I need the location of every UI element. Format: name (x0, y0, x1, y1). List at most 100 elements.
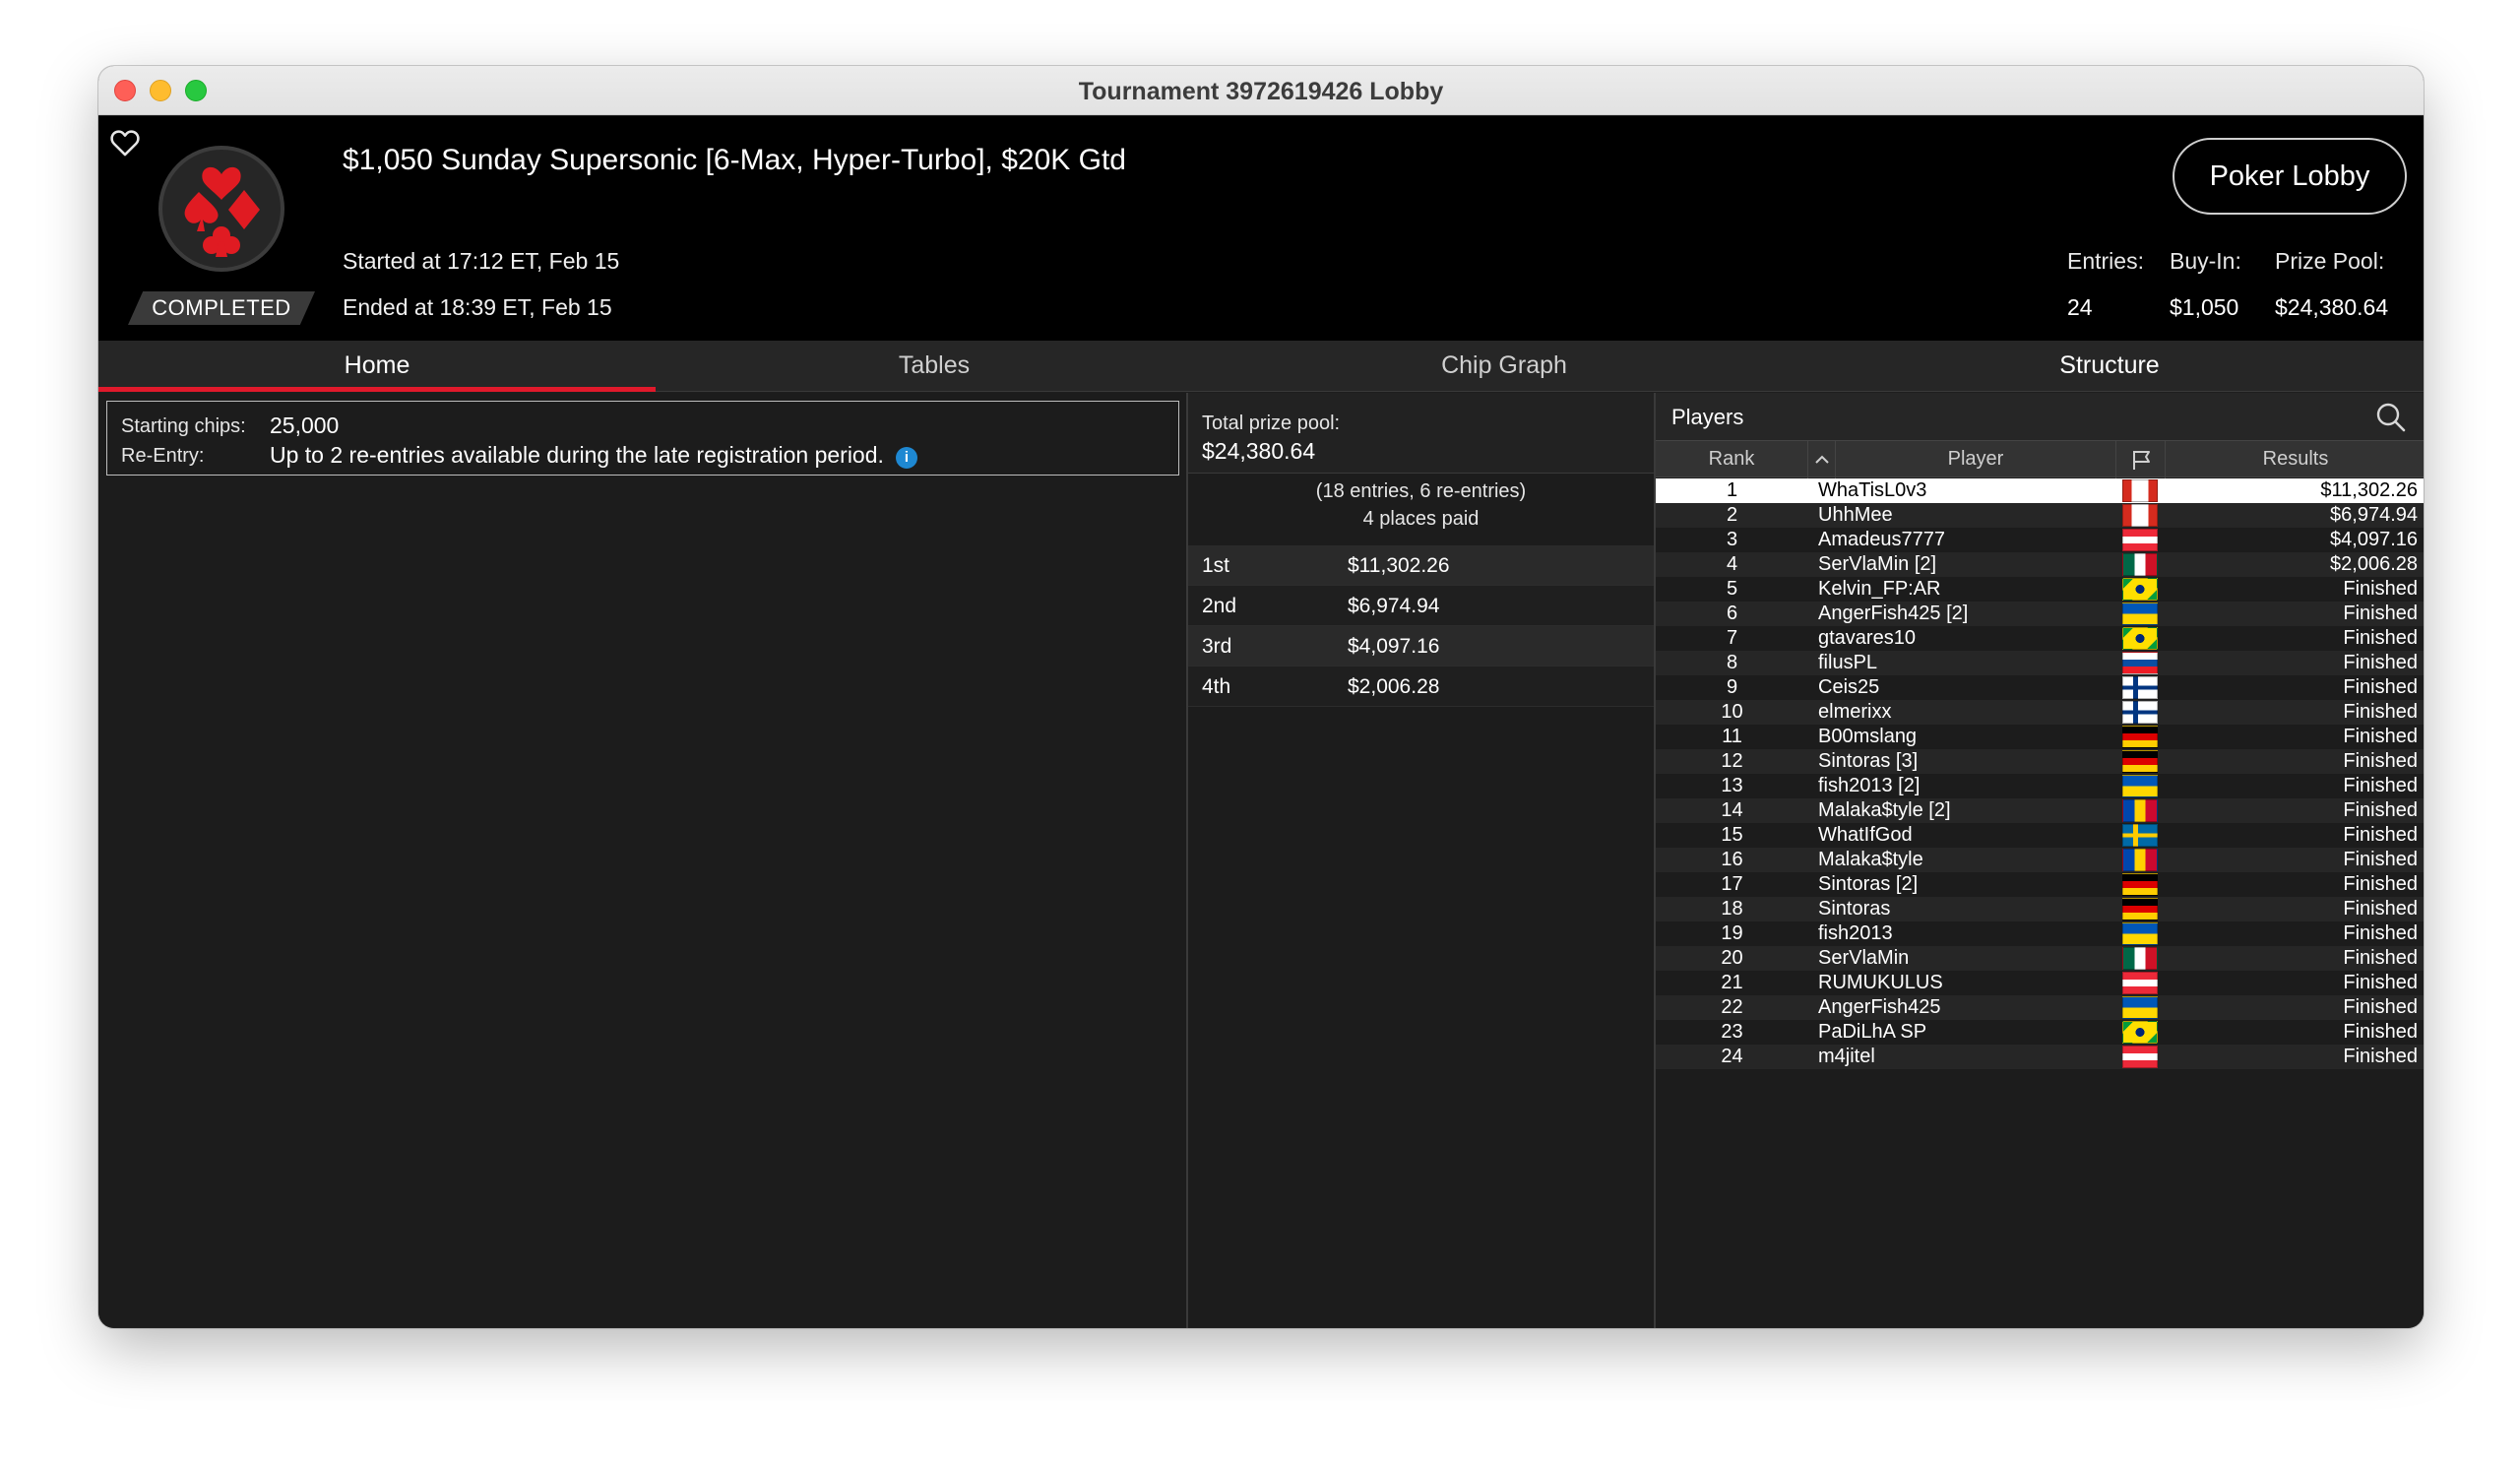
home-info-pane: Starting chips: 25,000 Re-Entry: Up to 2… (98, 393, 1186, 1328)
player-result: Finished (2343, 996, 2418, 1018)
player-row[interactable]: 5 Kelvin_FP:AR Finished (1656, 577, 2424, 602)
player-row[interactable]: 12 Sintoras [3] Finished (1656, 749, 2424, 774)
country-flag-icon (2122, 824, 2158, 847)
info-icon[interactable]: i (895, 447, 917, 469)
payout-amount: $11,302.26 (1348, 554, 1450, 577)
rank-column-header[interactable]: Rank (1656, 441, 1808, 478)
player-row[interactable]: 21 RUMUKULUS Finished (1656, 971, 2424, 995)
player-name: gtavares10 (1818, 627, 1916, 649)
player-result: Finished (2343, 603, 2418, 624)
player-row[interactable]: 1 WhaTisL0v3 $11,302.26 (1656, 478, 2424, 503)
player-rank: 10 (1721, 701, 1743, 723)
prize-pool-header: Total prize pool: $24,380.64 (1188, 393, 1654, 474)
player-rank: 2 (1726, 504, 1738, 526)
player-row[interactable]: 13 fish2013 [2] Finished (1656, 774, 2424, 798)
player-result: Finished (2343, 947, 2418, 969)
player-row[interactable]: 9 Ceis25 Finished (1656, 675, 2424, 700)
player-name: filusPL (1818, 652, 1878, 673)
player-name: Ceis25 (1818, 676, 1880, 698)
payout-amount: $6,974.94 (1348, 595, 1440, 617)
total-prize-label: Total prize pool: (1202, 413, 1341, 434)
tab-structure[interactable]: Structure (1796, 341, 2424, 392)
player-row[interactable]: 15 WhatIfGod Finished (1656, 823, 2424, 848)
player-rank: 9 (1726, 676, 1738, 698)
player-result: Finished (2343, 849, 2418, 870)
payout-row: 4th $2,006.28 (1188, 667, 1654, 707)
country-flag-icon (2122, 603, 2158, 625)
starting-chips-value: 25,000 (270, 413, 340, 438)
player-rank: 8 (1726, 652, 1738, 673)
player-row[interactable]: 19 fish2013 Finished (1656, 921, 2424, 946)
player-name: Sintoras [3] (1818, 750, 1919, 772)
sort-ascending-icon[interactable] (1808, 441, 1836, 478)
tab-tables-label: Tables (898, 351, 971, 379)
country-flag-icon (2122, 504, 2158, 527)
payout-place: 4th (1202, 675, 1231, 698)
player-result: $6,974.94 (2330, 504, 2418, 526)
player-row[interactable]: 11 B00mslang Finished (1656, 725, 2424, 749)
player-column-header[interactable]: Player (1836, 441, 2116, 478)
poker-lobby-button[interactable]: Poker Lobby (2173, 138, 2407, 215)
buyin-value: $1,050 (2170, 294, 2239, 320)
tab-home-label: Home (344, 351, 410, 379)
player-row[interactable]: 20 SerVlaMin Finished (1656, 946, 2424, 971)
payout-place: 1st (1202, 554, 1230, 577)
flag-column-header[interactable] (2116, 441, 2166, 478)
player-row[interactable]: 14 Malaka$tyle [2] Finished (1656, 798, 2424, 823)
country-flag-icon (2122, 652, 2158, 674)
players-header: Players (1656, 393, 2424, 440)
player-row[interactable]: 6 AngerFish425 [2] Finished (1656, 602, 2424, 626)
player-name: AngerFish425 [2] (1818, 603, 1969, 624)
player-rank: 17 (1721, 873, 1743, 895)
player-row[interactable]: 18 Sintoras Finished (1656, 897, 2424, 921)
player-row[interactable]: 8 filusPL Finished (1656, 651, 2424, 675)
results-column-header[interactable]: Results (2166, 441, 2424, 478)
heart-outline-icon[interactable] (108, 126, 142, 159)
player-name: Sintoras [2] (1818, 873, 1919, 895)
tab-chip-graph[interactable]: Chip Graph (1213, 341, 1796, 392)
payout-amount: $2,006.28 (1348, 675, 1440, 698)
country-flag-icon (2122, 479, 2158, 502)
payout-place: 2nd (1202, 595, 1237, 617)
player-rank: 14 (1721, 799, 1743, 821)
player-name: SerVlaMin (1818, 947, 1910, 969)
player-rank: 13 (1721, 775, 1743, 796)
player-rank: 18 (1721, 898, 1743, 920)
country-flag-icon (2122, 701, 2158, 724)
tab-tables[interactable]: Tables (656, 341, 1213, 392)
country-flag-icon (2122, 1046, 2158, 1068)
country-flag-icon (2122, 750, 2158, 773)
player-row[interactable]: 2 UhhMee $6,974.94 (1656, 503, 2424, 528)
player-row[interactable]: 3 Amadeus7777 $4,097.16 (1656, 528, 2424, 552)
player-rank: 4 (1726, 553, 1738, 575)
player-row[interactable]: 24 m4jitel Finished (1656, 1045, 2424, 1069)
tournament-lobby-window: Tournament 3972619426 Lobby COMPLETED $1… (98, 66, 2424, 1328)
prize-pool-pane: Total prize pool: $24,380.64 (18 entries… (1186, 393, 1654, 1328)
starting-chips-label: Starting chips: (121, 415, 246, 437)
player-result: Finished (2343, 726, 2418, 747)
player-row[interactable]: 22 AngerFish425 Finished (1656, 995, 2424, 1020)
country-flag-icon (2122, 627, 2158, 650)
title-bar[interactable]: Tournament 3972619426 Lobby (98, 66, 2424, 115)
player-result: Finished (2343, 824, 2418, 846)
player-name: SerVlaMin [2] (1818, 553, 1937, 575)
search-icon[interactable] (2374, 401, 2408, 434)
player-rank: 21 (1721, 972, 1743, 993)
tab-home[interactable]: Home (98, 341, 656, 392)
player-row[interactable]: 7 gtavares10 Finished (1656, 626, 2424, 651)
player-name: Amadeus7777 (1818, 529, 1945, 550)
player-row[interactable]: 17 Sintoras [2] Finished (1656, 872, 2424, 897)
started-time: Started at 17:12 ET, Feb 15 (343, 248, 620, 274)
player-result: Finished (2343, 1046, 2418, 1067)
player-row[interactable]: 16 Malaka$tyle Finished (1656, 848, 2424, 872)
player-row[interactable]: 23 PaDiLhA SP Finished (1656, 1020, 2424, 1045)
reentry-label: Re-Entry: (121, 445, 205, 467)
player-row[interactable]: 10 elmerixx Finished (1656, 700, 2424, 725)
player-result: Finished (2343, 750, 2418, 772)
player-rank: 22 (1721, 996, 1743, 1018)
player-rank: 3 (1726, 529, 1738, 550)
player-row[interactable]: 4 SerVlaMin [2] $2,006.28 (1656, 552, 2424, 577)
rank-column-label: Rank (1708, 448, 1755, 470)
player-rank: 19 (1721, 922, 1743, 944)
country-flag-icon (2122, 996, 2158, 1019)
